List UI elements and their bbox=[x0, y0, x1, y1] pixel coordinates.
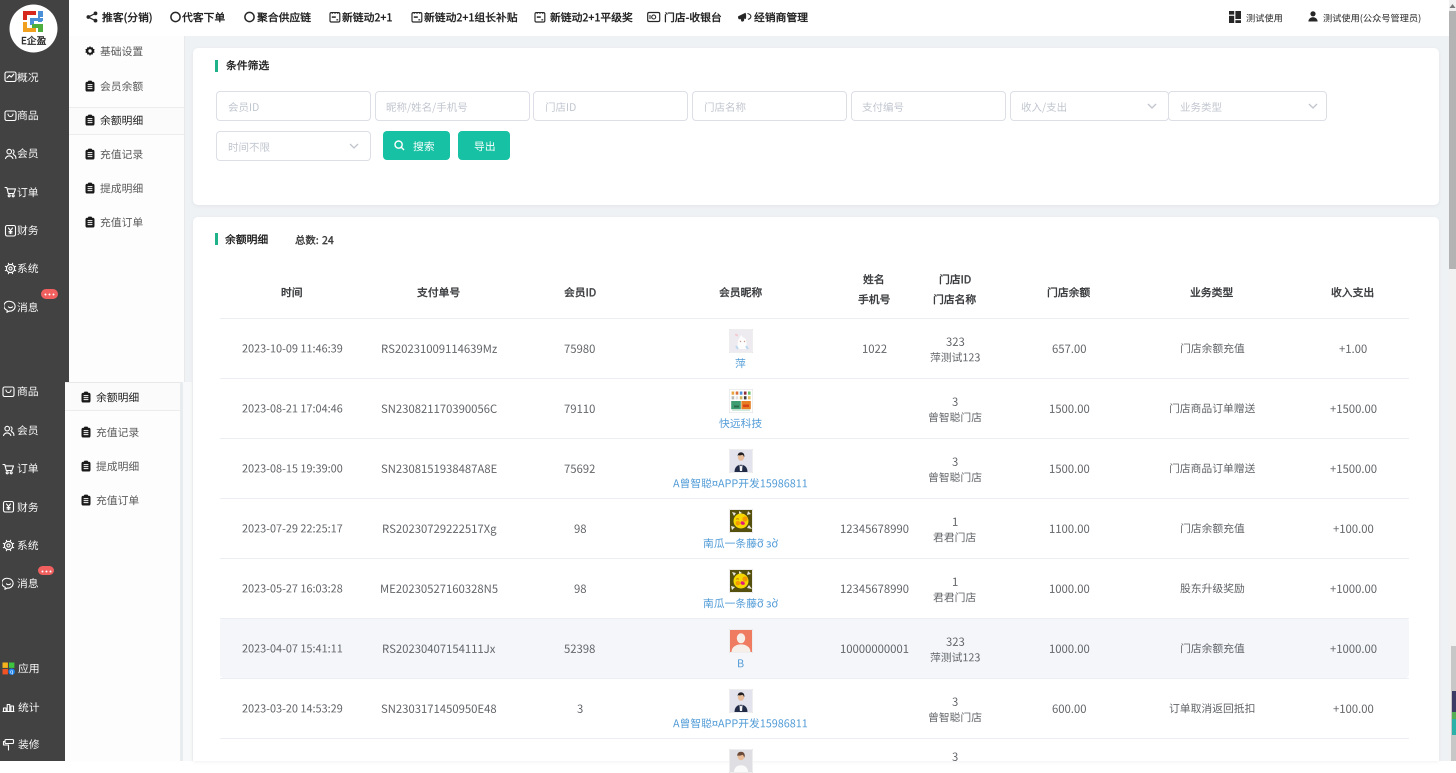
svg-text:q: q bbox=[10, 669, 13, 674]
